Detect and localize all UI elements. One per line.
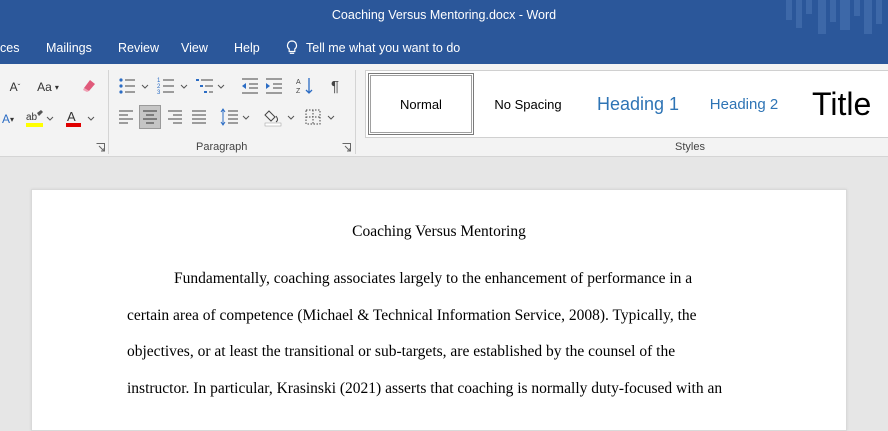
bullets-icon[interactable]: [118, 76, 152, 96]
align-left-icon[interactable]: [118, 108, 134, 126]
document-line: Fundamentally, coaching associates large…: [174, 270, 693, 287]
document-area[interactable]: Coaching Versus Mentoring Fundamentally,…: [0, 157, 888, 431]
multilevel-list-icon[interactable]: [196, 76, 228, 96]
align-center-button[interactable]: [139, 105, 161, 129]
change-case-button[interactable]: Aa ▾: [30, 78, 66, 96]
tell-me-box[interactable]: Tell me what you want to do: [286, 40, 460, 56]
svg-text:A: A: [296, 79, 301, 86]
styles-group-label: Styles: [675, 141, 705, 153]
tab-view[interactable]: View: [181, 41, 208, 55]
tab-references[interactable]: ces: [0, 41, 19, 55]
style-normal[interactable]: Normal: [368, 73, 474, 135]
svg-text:Z: Z: [296, 88, 301, 95]
svg-text:3: 3: [157, 90, 161, 96]
style-heading-2[interactable]: Heading 2: [704, 71, 784, 137]
tab-review[interactable]: Review: [118, 41, 159, 55]
style-title[interactable]: Title: [812, 71, 888, 137]
group-separator: [355, 70, 356, 154]
tab-help[interactable]: Help: [234, 41, 260, 55]
document-page[interactable]: Coaching Versus Mentoring Fundamentally,…: [31, 189, 847, 431]
window-title: Coaching Versus Mentoring.docx - Word: [331, 8, 557, 22]
show-formatting-marks-icon[interactable]: ¶: [326, 76, 344, 96]
clear-formatting-icon[interactable]: [80, 76, 98, 94]
increase-indent-icon[interactable]: [264, 76, 284, 96]
styles-gallery: Normal No Spacing Heading 1 Heading 2 Ti…: [365, 70, 888, 138]
shrink-font-icon[interactable]: Aˇ: [6, 78, 24, 96]
ribbon: Aˇ Aa ▾ A ▾ ab A 123 A Z ¶ Paragraph Nor…: [0, 64, 888, 157]
document-title: Coaching Versus Mentoring: [352, 223, 526, 240]
paragraph-group-label: Paragraph: [196, 141, 248, 153]
sort-icon[interactable]: A Z: [296, 76, 316, 96]
change-case-label: Aa: [37, 80, 52, 94]
shading-icon[interactable]: [264, 107, 298, 127]
text-effects-icon[interactable]: A ▾: [0, 110, 16, 128]
svg-text:A: A: [67, 109, 76, 124]
borders-icon[interactable]: [304, 107, 338, 127]
document-line: objectives, or at least the transitional…: [127, 343, 676, 360]
title-bar: Coaching Versus Mentoring.docx - Word: [0, 0, 888, 34]
decrease-indent-icon[interactable]: [240, 76, 260, 96]
numbering-icon[interactable]: 123: [157, 76, 191, 96]
align-right-icon[interactable]: [167, 108, 183, 126]
tell-me-label: Tell me what you want to do: [306, 41, 461, 55]
line-spacing-icon[interactable]: [220, 107, 252, 127]
lightbulb-icon: [286, 40, 298, 54]
document-line: instructor. In particular, Krasinski (20…: [127, 380, 723, 397]
paragraph-dialog-launcher-icon[interactable]: [342, 143, 351, 152]
svg-text:ab: ab: [26, 112, 38, 123]
align-center-icon: [143, 110, 157, 124]
font-dialog-launcher-icon[interactable]: [96, 143, 105, 152]
ribbon-tabs: ces Mailings Review View Help Tell me wh…: [0, 34, 888, 64]
document-line: certain area of competence (Michael & Te…: [127, 307, 697, 324]
style-no-spacing[interactable]: No Spacing: [478, 71, 578, 137]
group-separator: [108, 70, 109, 154]
tab-mailings[interactable]: Mailings: [46, 41, 92, 55]
title-bar-decoration: [786, 0, 882, 34]
justify-icon[interactable]: [191, 108, 207, 126]
style-heading-1[interactable]: Heading 1: [588, 71, 688, 137]
font-color-icon[interactable]: A: [64, 109, 96, 129]
highlight-color-icon[interactable]: ab: [24, 109, 54, 129]
